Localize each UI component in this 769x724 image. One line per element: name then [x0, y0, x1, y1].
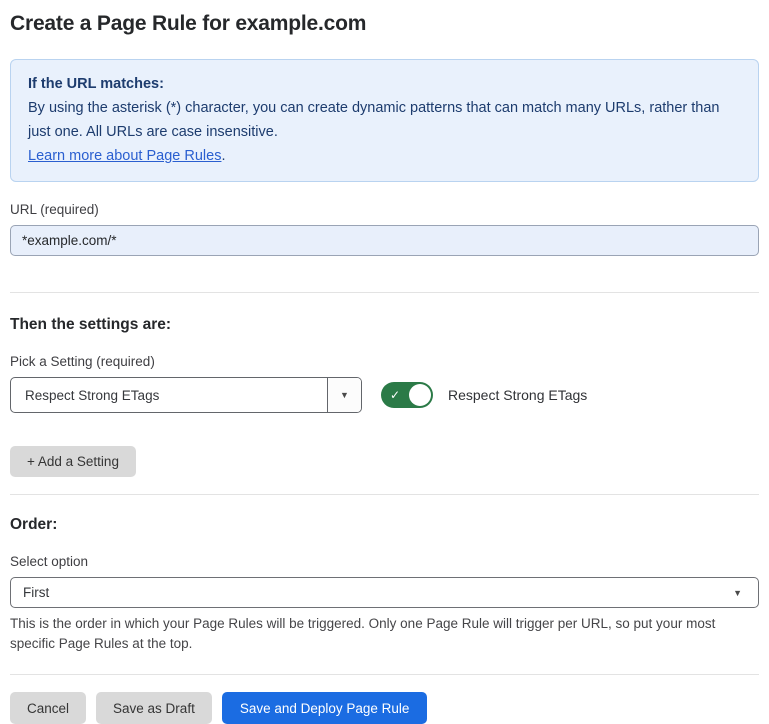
learn-more-link[interactable]: Learn more about Page Rules — [28, 148, 221, 164]
add-setting-button[interactable]: + Add a Setting — [10, 446, 136, 477]
chevron-down-icon: ▼ — [733, 588, 742, 598]
footer-divider — [10, 674, 759, 675]
url-matches-info-box: If the URL matches: By using the asteris… — [10, 59, 759, 182]
order-select-label: Select option — [10, 554, 759, 569]
order-select-value: First — [23, 585, 49, 600]
setting-toggle[interactable]: ✓ — [381, 382, 433, 408]
info-box-body: By using the asterisk (*) character, you… — [28, 96, 741, 144]
setting-select-value: Respect Strong ETags — [11, 378, 327, 412]
settings-heading: Then the settings are: — [10, 316, 759, 334]
create-page-rule-panel: Create a Page Rule for example.com If th… — [0, 0, 769, 724]
chevron-down-icon[interactable]: ▼ — [327, 378, 361, 412]
section-divider — [10, 292, 759, 293]
footer-actions: Cancel Save as Draft Save and Deploy Pag… — [10, 692, 759, 724]
section-divider — [10, 494, 759, 495]
save-draft-button[interactable]: Save as Draft — [96, 692, 212, 724]
toggle-knob — [409, 384, 431, 406]
check-icon: ✓ — [390, 389, 400, 401]
info-box-heading: If the URL matches: — [28, 72, 741, 96]
cancel-button[interactable]: Cancel — [10, 692, 86, 724]
pick-setting-label: Pick a Setting (required) — [10, 354, 759, 369]
setting-row: Respect Strong ETags ▼ ✓ Respect Strong … — [10, 377, 759, 413]
url-input[interactable] — [10, 225, 759, 256]
toggle-label: Respect Strong ETags — [448, 387, 587, 403]
order-heading: Order: — [10, 516, 759, 534]
url-label: URL (required) — [10, 202, 759, 217]
setting-select[interactable]: Respect Strong ETags ▼ — [10, 377, 362, 413]
link-period: . — [221, 148, 225, 164]
order-select[interactable]: First ▼ — [10, 577, 759, 608]
save-deploy-button[interactable]: Save and Deploy Page Rule — [222, 692, 428, 724]
page-title: Create a Page Rule for example.com — [10, 12, 759, 36]
order-help-text: This is the order in which your Page Rul… — [10, 614, 755, 654]
info-box-link-line: Learn more about Page Rules. — [28, 144, 741, 168]
